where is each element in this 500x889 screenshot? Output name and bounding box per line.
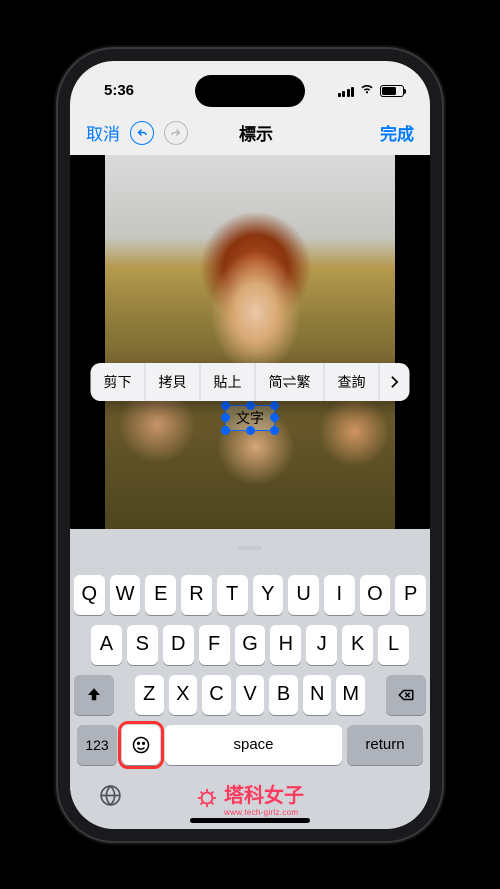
keyboard: Q W E R T Y U I O P A S D F G H J K L: [70, 529, 430, 829]
key-b[interactable]: B: [269, 675, 298, 715]
photo-canvas[interactable]: 剪下 拷貝 貼上 简⇌繁 查詢 文字: [70, 155, 430, 529]
watermark: 塔科女子 www.tech-girlz.com: [196, 779, 304, 817]
key-u[interactable]: U: [288, 575, 319, 615]
photo: [105, 155, 395, 529]
suggestion-bar[interactable]: [70, 529, 430, 569]
resize-handle[interactable]: [246, 426, 255, 435]
key-l[interactable]: L: [378, 625, 409, 665]
key-s[interactable]: S: [127, 625, 158, 665]
key-i[interactable]: I: [324, 575, 355, 615]
key-row-3: Z X C V B N M: [74, 675, 426, 715]
menu-convert[interactable]: 简⇌繁: [256, 363, 325, 401]
key-q[interactable]: Q: [74, 575, 105, 615]
key-row-1: Q W E R T Y U I O P: [74, 575, 426, 615]
key-y[interactable]: Y: [253, 575, 284, 615]
key-d[interactable]: D: [163, 625, 194, 665]
space-key[interactable]: space: [165, 725, 342, 765]
resize-handle[interactable]: [270, 413, 279, 422]
edit-menu: 剪下 拷貝 貼上 简⇌繁 查詢: [91, 363, 410, 401]
key-e[interactable]: E: [145, 575, 176, 615]
key-p[interactable]: P: [395, 575, 426, 615]
text-annotation[interactable]: 文字: [225, 405, 275, 431]
key-z[interactable]: Z: [135, 675, 164, 715]
key-row-2: A S D F G H J K L: [74, 625, 426, 665]
resize-handle[interactable]: [270, 401, 279, 410]
backspace-key[interactable]: [386, 675, 426, 715]
key-a[interactable]: A: [91, 625, 122, 665]
redo-button: [164, 121, 188, 145]
cancel-button[interactable]: 取消: [86, 120, 120, 145]
nav-title: 標示: [239, 120, 273, 145]
markup-nav-bar: 取消 標示 完成: [70, 111, 430, 155]
watermark-title: 塔科女子: [224, 785, 304, 807]
phone-frame: 5:36 取消 標示 完成 剪下 拷貝: [58, 49, 442, 841]
menu-paste[interactable]: 貼上: [201, 363, 256, 401]
key-f[interactable]: F: [199, 625, 230, 665]
key-o[interactable]: O: [360, 575, 391, 615]
undo-button[interactable]: [130, 121, 154, 145]
dynamic-island: [195, 75, 305, 107]
key-m[interactable]: M: [336, 675, 365, 715]
resize-handle[interactable]: [221, 426, 230, 435]
key-n[interactable]: N: [303, 675, 332, 715]
status-time: 5:36: [104, 82, 134, 99]
menu-cut[interactable]: 剪下: [91, 363, 146, 401]
return-key[interactable]: return: [347, 725, 423, 765]
key-r[interactable]: R: [181, 575, 212, 615]
resize-handle[interactable]: [246, 401, 255, 410]
key-x[interactable]: X: [169, 675, 198, 715]
key-h[interactable]: H: [270, 625, 301, 665]
key-j[interactable]: J: [306, 625, 337, 665]
resize-handle[interactable]: [221, 413, 230, 422]
cellular-icon: [338, 85, 355, 97]
key-w[interactable]: W: [110, 575, 141, 615]
wifi-icon: [359, 82, 375, 99]
key-c[interactable]: C: [202, 675, 231, 715]
emoji-key[interactable]: [122, 725, 160, 765]
key-row-4: 123 space return: [74, 725, 426, 765]
shift-key[interactable]: [74, 675, 114, 715]
battery-icon: [380, 85, 404, 97]
text-annotation-value: 文字: [236, 408, 264, 428]
key-t[interactable]: T: [217, 575, 248, 615]
key-v[interactable]: V: [236, 675, 265, 715]
globe-key[interactable]: [98, 783, 123, 813]
watermark-url: www.tech-girlz.com: [224, 808, 304, 817]
menu-copy[interactable]: 拷貝: [146, 363, 201, 401]
done-button[interactable]: 完成: [380, 120, 414, 145]
resize-handle[interactable]: [270, 426, 279, 435]
home-indicator[interactable]: [190, 818, 310, 823]
key-g[interactable]: G: [235, 625, 266, 665]
resize-handle[interactable]: [221, 401, 230, 410]
numbers-key[interactable]: 123: [77, 725, 117, 765]
menu-more[interactable]: [380, 363, 410, 401]
key-k[interactable]: K: [342, 625, 373, 665]
menu-lookup[interactable]: 查詢: [325, 363, 380, 401]
